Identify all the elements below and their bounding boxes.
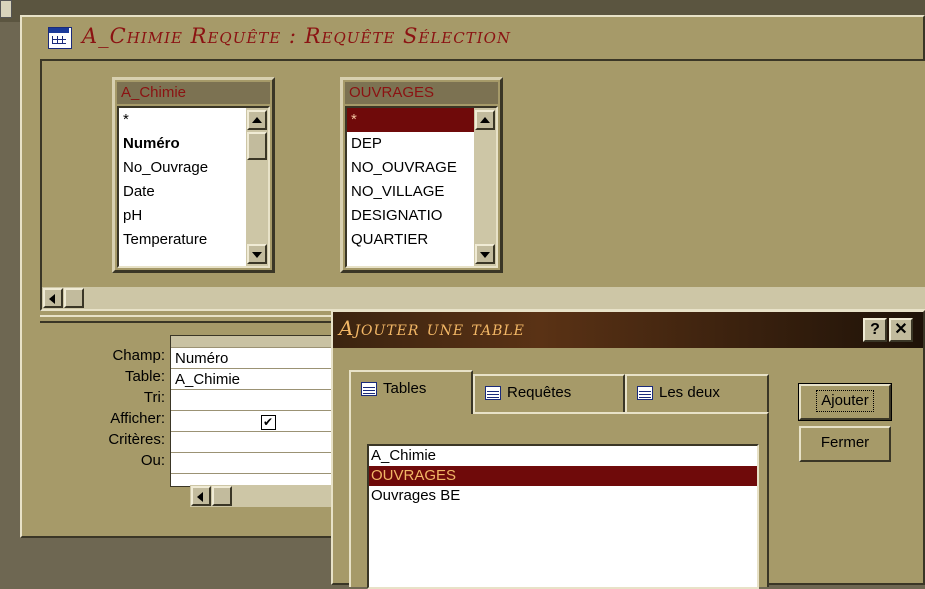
- field-list-body: * DEP NO_OUVRAGE NO_VILLAGE DESIGNATIO Q…: [345, 106, 498, 268]
- query-grid-icon: [48, 27, 72, 49]
- tab-panel: A_Chimie OUVRAGES Ouvrages BE: [349, 412, 769, 589]
- table-design-pane: A_Chimie * Numéro No_Ouvrage Date pH Tem…: [40, 59, 925, 311]
- design-pane-hscrollbar[interactable]: [42, 287, 925, 309]
- scroll-thumb[interactable]: [64, 288, 84, 308]
- scroll-up-button[interactable]: [475, 110, 495, 130]
- field-list-title[interactable]: OUVRAGES: [345, 82, 498, 104]
- scroll-up-button[interactable]: [247, 110, 267, 130]
- afficher-checkbox[interactable]: [261, 412, 276, 433]
- dialog-title: Ajouter une table: [339, 316, 525, 340]
- tab-tables[interactable]: Tables: [349, 370, 473, 414]
- close-button-label: Fermer: [820, 434, 870, 451]
- list-item-selected[interactable]: OUVRAGES: [369, 466, 757, 486]
- add-button[interactable]: Ajouter: [798, 383, 892, 421]
- add-button-label: Ajouter: [816, 390, 874, 412]
- scroll-thumb[interactable]: [212, 486, 232, 506]
- list-item[interactable]: Ouvrages BE: [369, 486, 757, 506]
- row-label-ou: Ou:: [140, 452, 165, 469]
- field-list-ouvrages[interactable]: OUVRAGES * DEP NO_OUVRAGE NO_VILLAGE DES…: [340, 77, 503, 273]
- field-list-title[interactable]: A_Chimie: [117, 82, 270, 104]
- field-list-body: * Numéro No_Ouvrage Date pH Temperature: [117, 106, 270, 268]
- row-label-champ: Champ:: [112, 347, 165, 364]
- table-list[interactable]: A_Chimie OUVRAGES Ouvrages BE: [367, 444, 759, 589]
- list-item[interactable]: A_Chimie: [369, 446, 757, 466]
- scroll-thumb[interactable]: [247, 132, 267, 160]
- window-edge: [0, 0, 12, 18]
- close-button[interactable]: ✕: [889, 318, 913, 342]
- scroll-down-button[interactable]: [475, 244, 495, 264]
- scroll-left-button[interactable]: [43, 288, 63, 308]
- table-icon: [361, 382, 377, 397]
- row-label-criteres: Critères:: [108, 431, 165, 448]
- tab-label: Les deux: [659, 384, 720, 401]
- query-titlebar[interactable]: A_Chimie Requête : Requête Sélection: [22, 17, 923, 57]
- query-window-title: A_Chimie Requête : Requête Sélection: [82, 24, 512, 48]
- field-list-scrollbar[interactable]: [474, 108, 496, 266]
- row-label-tri: Tri:: [143, 389, 165, 406]
- field-list-scrollbar[interactable]: [246, 108, 268, 266]
- query-icon: [485, 386, 501, 401]
- help-button[interactable]: ?: [863, 318, 887, 342]
- tab-requetes[interactable]: Requêtes: [473, 374, 625, 412]
- row-label-table: Table:: [124, 368, 165, 385]
- tab-label: Requêtes: [507, 384, 572, 401]
- add-table-dialog: Ajouter une table ? ✕ Tables Requêtes Le…: [331, 310, 925, 589]
- tab-les-deux[interactable]: Les deux: [625, 374, 769, 412]
- both-icon: [637, 386, 653, 401]
- dialog-titlebar[interactable]: Ajouter une table ? ✕: [333, 312, 923, 348]
- close-dialog-button[interactable]: Fermer: [799, 426, 891, 462]
- tab-label: Tables: [383, 380, 427, 397]
- row-label-afficher: Afficher:: [110, 410, 165, 427]
- scroll-left-button[interactable]: [191, 486, 211, 506]
- scroll-down-button[interactable]: [247, 244, 267, 264]
- field-list-a-chimie[interactable]: A_Chimie * Numéro No_Ouvrage Date pH Tem…: [112, 77, 275, 273]
